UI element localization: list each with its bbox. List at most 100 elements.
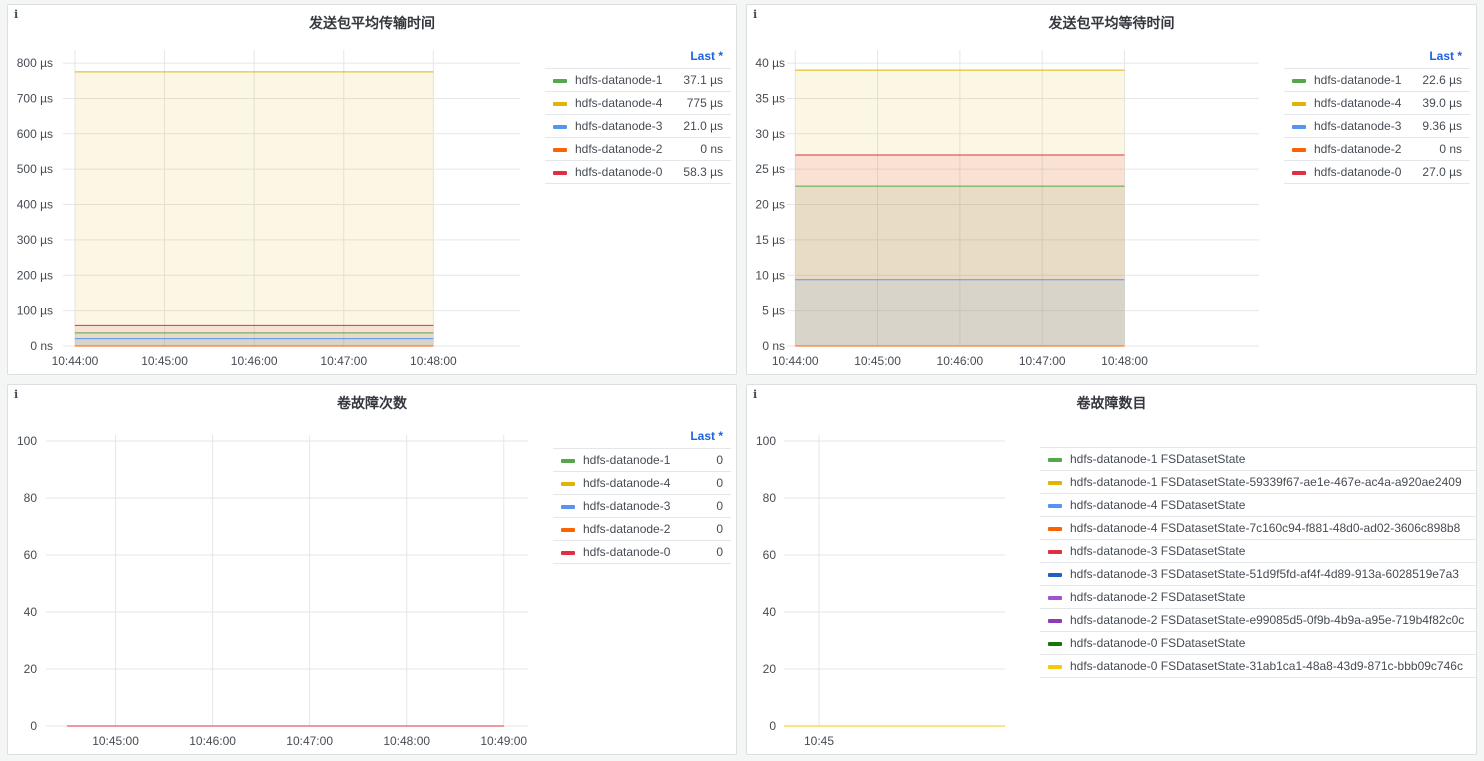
legend-row[interactable]: hdfs-datanode-1 22.6 µs <box>1284 68 1470 92</box>
graph-transfer-time[interactable]: 0 ns 100 µs 200 µs 300 µs 400 µs 500 µs 600 µs… <box>8 5 548 375</box>
legend-series-name[interactable]: hdfs-datanode-2 <box>1314 142 1401 156</box>
legend-last-value: 0 <box>687 471 731 495</box>
legend-series-name[interactable]: hdfs-datanode-4 FSDatasetState <box>1070 498 1245 512</box>
legend-row[interactable]: hdfs-datanode-4 39.0 µs <box>1284 91 1470 115</box>
series-color-icon[interactable] <box>1048 549 1062 554</box>
x-tick-label: 10:45:00 <box>92 734 139 748</box>
series-color-icon[interactable] <box>561 504 575 509</box>
legend-series-name[interactable]: hdfs-datanode-0 FSDatasetState-31ab1ca1-… <box>1070 659 1463 673</box>
legend-series-name[interactable]: hdfs-datanode-0 FSDatasetState <box>1070 636 1245 650</box>
legend-series-name[interactable]: hdfs-datanode-3 <box>583 499 670 513</box>
series-color-icon[interactable] <box>561 481 575 486</box>
legend-row[interactable]: hdfs-datanode-2 0 <box>553 517 731 541</box>
legend-row[interactable]: hdfs-datanode-3 FSDatasetState <box>1040 539 1476 562</box>
legend-series-name[interactable]: hdfs-datanode-1 <box>575 73 662 87</box>
series-color-icon[interactable] <box>1292 170 1306 175</box>
legend-row[interactable]: hdfs-datanode-2 0 ns <box>545 137 731 161</box>
legend-row[interactable]: hdfs-datanode-3 21.0 µs <box>545 114 731 138</box>
legend-series-name[interactable]: hdfs-datanode-2 FSDatasetState-e99085d5-… <box>1070 613 1464 627</box>
x-tick-label: 10:44:00 <box>52 354 99 368</box>
graph-volume-failures[interactable]: 0 20 40 60 80 100 10:45 <box>747 385 1037 755</box>
legend-row[interactable]: hdfs-datanode-3 0 <box>553 494 731 518</box>
legend-row[interactable]: hdfs-datanode-0 27.0 µs <box>1284 160 1470 184</box>
series-color-icon[interactable] <box>1292 78 1306 83</box>
legend-last-value: 21.0 µs <box>679 114 731 138</box>
series-color-icon[interactable] <box>1048 664 1062 669</box>
x-tick-label: 10:46:00 <box>231 354 278 368</box>
legend-last-value: 0 <box>687 448 731 472</box>
legend-series-name[interactable]: hdfs-datanode-4 FSDatasetState-7c160c94-… <box>1070 521 1460 535</box>
legend-row[interactable]: hdfs-datanode-3 9.36 µs <box>1284 114 1470 138</box>
legend-series-name[interactable]: hdfs-datanode-2 <box>583 522 670 536</box>
series-color-icon[interactable] <box>1048 526 1062 531</box>
series-color-icon[interactable] <box>1048 572 1062 577</box>
y-tick-label: 60 <box>763 548 777 562</box>
y-tick-label: 40 µs <box>755 56 785 70</box>
series-color-icon[interactable] <box>561 527 575 532</box>
series-color-icon[interactable] <box>561 550 575 555</box>
y-tick-label: 200 µs <box>17 268 53 282</box>
legend-series-name[interactable]: hdfs-datanode-4 <box>1314 96 1401 110</box>
legend-row[interactable]: hdfs-datanode-0 0 <box>553 540 731 564</box>
legend-series-name[interactable]: hdfs-datanode-0 <box>1314 165 1401 179</box>
legend-series-name[interactable]: hdfs-datanode-0 <box>583 545 670 559</box>
y-tick-label: 60 <box>24 548 38 562</box>
series-color-icon[interactable] <box>1048 457 1062 462</box>
series-color-icon[interactable] <box>561 458 575 463</box>
legend-series-name[interactable]: hdfs-datanode-3 FSDatasetState <box>1070 544 1245 558</box>
series-color-icon[interactable] <box>553 78 567 83</box>
series-color-icon[interactable] <box>1048 641 1062 646</box>
series-color-icon[interactable] <box>553 101 567 106</box>
legend-row[interactable]: hdfs-datanode-1 FSDatasetState <box>1040 447 1476 470</box>
legend-last-value: 58.3 µs <box>679 160 731 184</box>
legend-sort-last[interactable]: Last * <box>687 429 731 449</box>
legend-series-name[interactable]: hdfs-datanode-1 FSDatasetState-59339f67-… <box>1070 475 1462 489</box>
legend-series-name[interactable]: hdfs-datanode-0 <box>575 165 662 179</box>
legend-series-name[interactable]: hdfs-datanode-4 <box>575 96 662 110</box>
legend-series-name[interactable]: hdfs-datanode-2 FSDatasetState <box>1070 590 1245 604</box>
series-color-icon[interactable] <box>1292 101 1306 106</box>
legend-row[interactable]: hdfs-datanode-3 FSDatasetState-51d9f5fd-… <box>1040 562 1476 585</box>
series-color-icon[interactable] <box>1048 480 1062 485</box>
legend-series-name[interactable]: hdfs-datanode-2 <box>575 142 662 156</box>
x-tick-label: 10:49:00 <box>480 734 527 748</box>
series-color-icon[interactable] <box>553 147 567 152</box>
graph-wait-time[interactable]: 0 ns 5 µs 10 µs 15 µs 20 µs 25 µs 30 µs 35 µs 40… <box>747 5 1287 375</box>
series-color-icon[interactable] <box>553 170 567 175</box>
series-color-icon[interactable] <box>1292 124 1306 129</box>
legend-header-spacer <box>553 429 687 449</box>
legend-row[interactable]: hdfs-datanode-4 0 <box>553 471 731 495</box>
legend-row[interactable]: hdfs-datanode-0 58.3 µs <box>545 160 731 184</box>
legend-series-name[interactable]: hdfs-datanode-3 <box>1314 119 1401 133</box>
y-tick-label: 5 µs <box>762 304 785 318</box>
legend-series-name[interactable]: hdfs-datanode-3 <box>575 119 662 133</box>
series-color-icon[interactable] <box>553 124 567 129</box>
legend-series-name[interactable]: hdfs-datanode-1 <box>1314 73 1401 87</box>
legend-row[interactable]: hdfs-datanode-1 FSDatasetState-59339f67-… <box>1040 470 1476 493</box>
legend-row[interactable]: hdfs-datanode-0 FSDatasetState-31ab1ca1-… <box>1040 654 1476 678</box>
legend-row[interactable]: hdfs-datanode-4 FSDatasetState <box>1040 493 1476 516</box>
legend-series-name[interactable]: hdfs-datanode-4 <box>583 476 670 490</box>
legend-row[interactable]: hdfs-datanode-4 FSDatasetState-7c160c94-… <box>1040 516 1476 539</box>
legend-sort-last[interactable]: Last * <box>1419 49 1470 69</box>
legend-series-name[interactable]: hdfs-datanode-3 FSDatasetState-51d9f5fd-… <box>1070 567 1459 581</box>
legend-sort-last[interactable]: Last * <box>680 49 731 69</box>
legend-series-name[interactable]: hdfs-datanode-1 FSDatasetState <box>1070 452 1245 466</box>
series-color-icon[interactable] <box>1048 618 1062 623</box>
legend-row[interactable]: hdfs-datanode-4 775 µs <box>545 91 731 115</box>
series-color-icon[interactable] <box>1048 503 1062 508</box>
x-tick-label: 10:46:00 <box>189 734 236 748</box>
series-color-icon[interactable] <box>1048 595 1062 600</box>
x-tick-label: 10:48:00 <box>1101 354 1148 368</box>
legend-series-name[interactable]: hdfs-datanode-1 <box>583 453 670 467</box>
legend-row[interactable]: hdfs-datanode-0 FSDatasetState <box>1040 631 1476 654</box>
legend-row[interactable]: hdfs-datanode-2 FSDatasetState <box>1040 585 1476 608</box>
y-tick-label: 40 <box>24 605 38 619</box>
legend-row[interactable]: hdfs-datanode-1 0 <box>553 448 731 472</box>
legend-row[interactable]: hdfs-datanode-1 37.1 µs <box>545 68 731 92</box>
graph-volume-failure-count[interactable]: 0 20 40 60 80 100 10:45:00 10:46:00 10:47:00 10:4… <box>8 385 553 755</box>
legend-row[interactable]: hdfs-datanode-2 FSDatasetState-e99085d5-… <box>1040 608 1476 631</box>
legend-row[interactable]: hdfs-datanode-2 0 ns <box>1284 137 1470 161</box>
legend-last-value: 0 <box>687 540 731 564</box>
series-color-icon[interactable] <box>1292 147 1306 152</box>
